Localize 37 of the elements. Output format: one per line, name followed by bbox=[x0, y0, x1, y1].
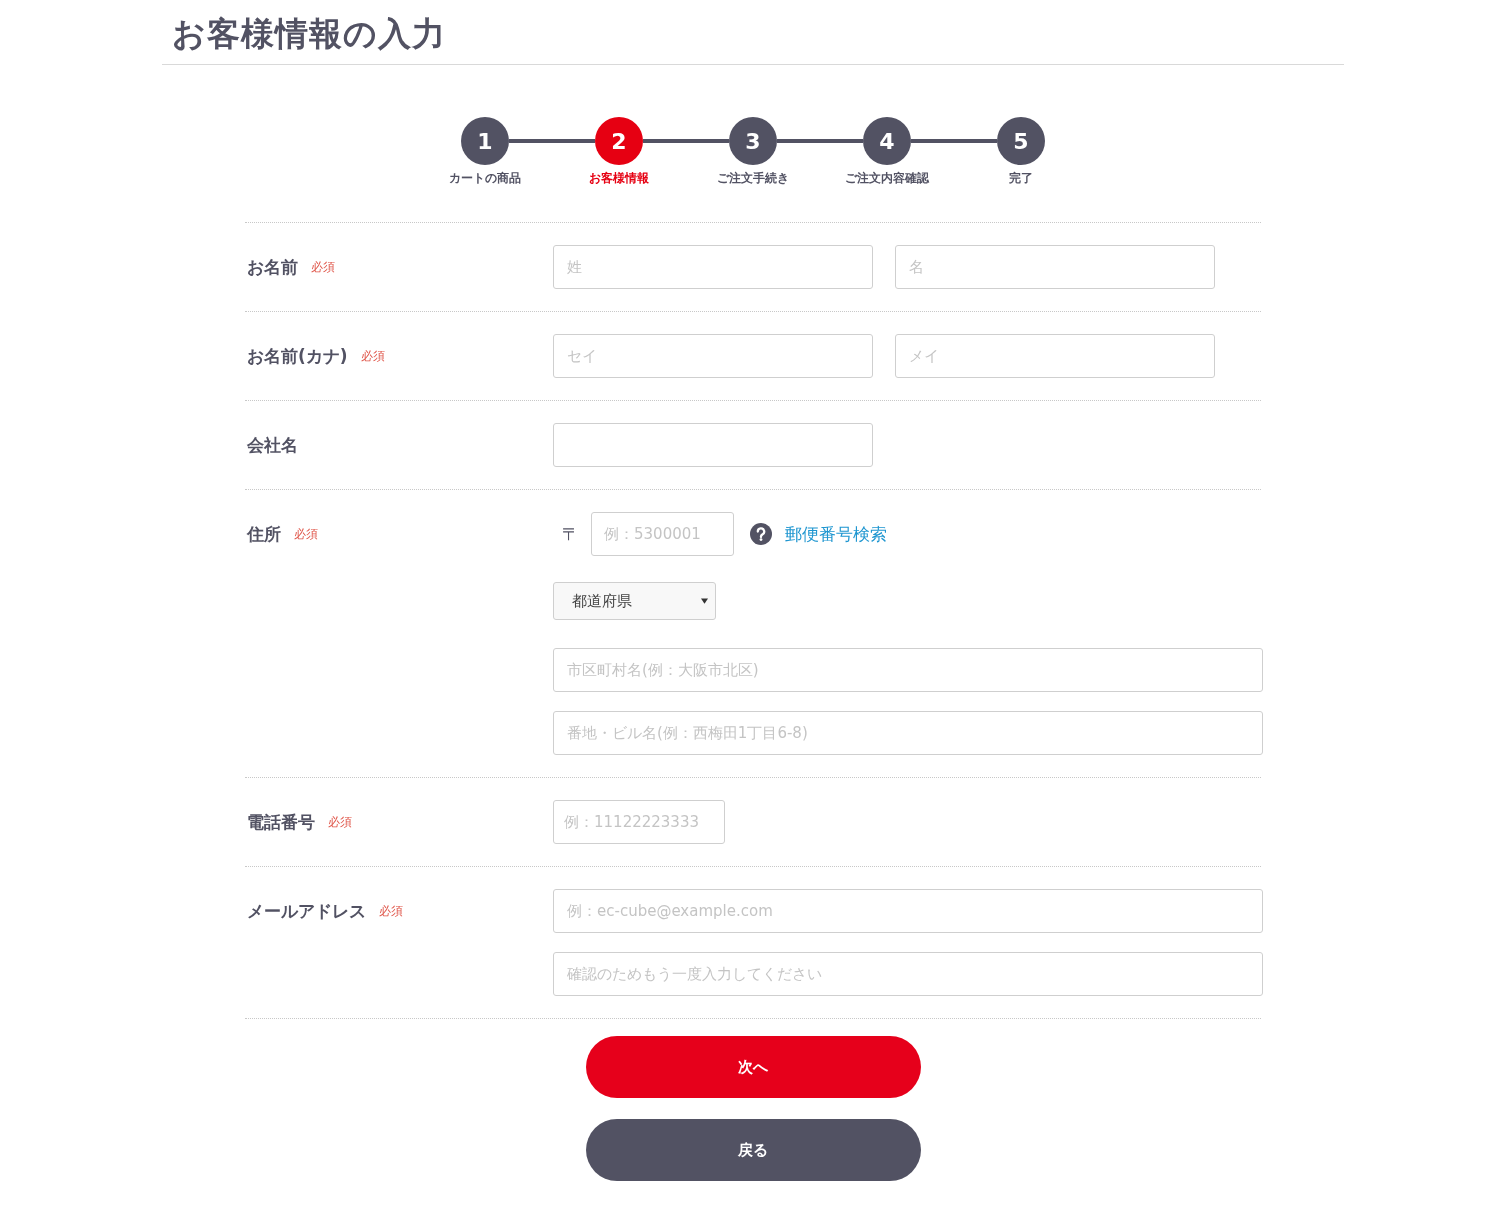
input-field[interactable]: 例：ec-cube@example.com bbox=[553, 889, 1263, 933]
field-label: 会社名 bbox=[247, 433, 298, 457]
step-indicator: 3 bbox=[729, 117, 777, 165]
input-field[interactable]: 名 bbox=[895, 245, 1215, 289]
required-tag: 必須 bbox=[360, 347, 385, 365]
step-label: ご注文手続き bbox=[717, 170, 789, 186]
prefecture-select[interactable]: 都道府県 bbox=[553, 582, 716, 620]
step-label: 完了 bbox=[1009, 170, 1033, 186]
next-button[interactable]: 次へ bbox=[585, 1036, 921, 1098]
back-button[interactable]: 戻る bbox=[585, 1119, 921, 1181]
required-tag: 必須 bbox=[311, 258, 335, 276]
input-field[interactable]: セイ bbox=[553, 334, 873, 378]
step-indicator: 5 bbox=[997, 117, 1045, 165]
step-label: お客様情報 bbox=[589, 170, 649, 186]
step-indicator: 4 bbox=[863, 117, 911, 165]
input-field[interactable]: メイ bbox=[895, 334, 1215, 378]
field-label: メールアドレス bbox=[247, 899, 366, 923]
field-label: 電話番号 bbox=[247, 810, 315, 834]
page-title: お客様情報の入力 bbox=[172, 13, 447, 55]
postal-code-field[interactable]: 例：5300001 bbox=[591, 512, 734, 556]
required-tag: 必須 bbox=[328, 813, 352, 831]
field-label: お名前(カナ) bbox=[247, 344, 348, 368]
input-field[interactable]: 例：11122223333 bbox=[553, 800, 725, 844]
required-tag: 必須 bbox=[379, 902, 403, 920]
step-label: カートの商品 bbox=[449, 170, 521, 186]
step-indicator: 1 bbox=[461, 117, 509, 165]
input-field[interactable]: 市区町村名(例：大阪市北区) bbox=[553, 648, 1263, 692]
field-label: お名前 bbox=[247, 255, 298, 279]
help-icon[interactable] bbox=[750, 523, 772, 545]
required-tag: 必須 bbox=[294, 525, 318, 543]
postal-mark: 〒 bbox=[562, 522, 580, 546]
step-indicator: 2 bbox=[595, 117, 643, 165]
input-field[interactable]: 姓 bbox=[553, 245, 873, 289]
step-label: ご注文内容確認 bbox=[845, 170, 929, 186]
caret-icon bbox=[701, 598, 708, 604]
input-field[interactable] bbox=[553, 423, 873, 467]
field-label: 住所 bbox=[247, 522, 281, 546]
